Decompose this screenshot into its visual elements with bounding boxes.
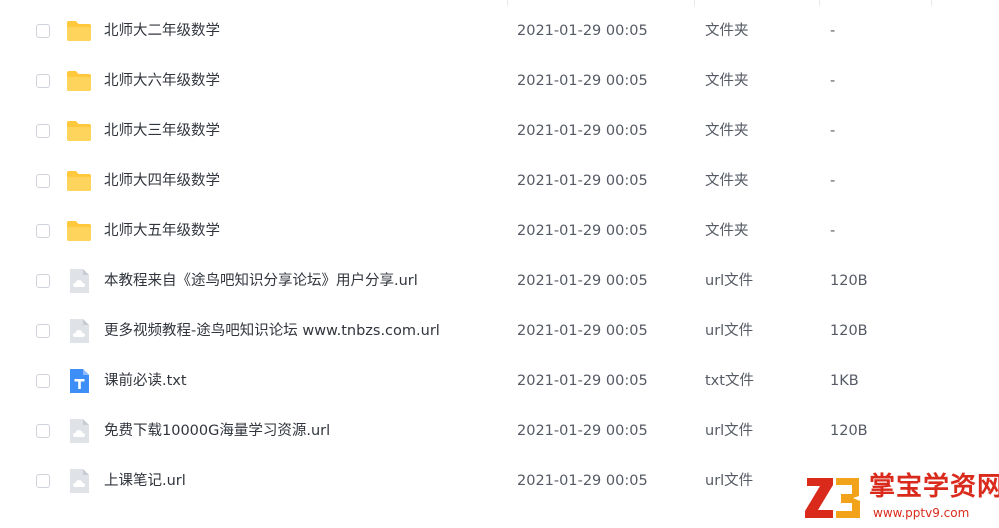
file-size: - [830,123,836,139]
file-row[interactable]: 课前必读.txt 2021-01-29 00:05 txt文件 1KB [18,356,999,406]
file-size: - [830,23,836,39]
file-name[interactable]: 本教程来自《途鸟吧知识分享论坛》用户分享.url [104,256,418,306]
url-file-icon [66,318,92,344]
file-modified-date: 2021-01-29 00:05 [517,73,648,89]
file-type: 文件夹 [705,73,749,89]
file-size: - [830,173,836,189]
row-checkbox[interactable] [36,474,50,488]
file-size: 120B [830,423,868,439]
file-row[interactable]: 北师大四年级数学 2021-01-29 00:05 文件夹 - [18,156,999,206]
folder-icon [66,68,92,94]
txt-file-icon [66,368,92,394]
folder-icon [66,218,92,244]
row-checkbox[interactable] [36,24,50,38]
file-list: 北师大二年级数学 2021-01-29 00:05 文件夹 - 北师大六年级数学 2021… [0,0,999,528]
row-checkbox[interactable] [36,374,50,388]
file-type: url文件 [705,273,754,289]
file-modified-date: 2021-01-29 00:05 [517,123,648,139]
file-modified-date: 2021-01-29 00:05 [517,23,648,39]
file-size: 1KB [830,373,859,389]
file-row[interactable]: 本教程来自《途鸟吧知识分享论坛》用户分享.url 2021-01-29 00:05… [18,256,999,306]
watermark-title: 掌宝学资网 [869,472,999,502]
file-type: 文件夹 [705,173,749,189]
url-file-icon [66,268,92,294]
folder-icon [66,18,92,44]
file-modified-date: 2021-01-29 00:05 [517,323,648,339]
row-checkbox[interactable] [36,124,50,138]
file-modified-date: 2021-01-29 00:05 [517,373,648,389]
file-size: 120B [830,323,868,339]
file-row[interactable]: 北师大二年级数学 2021-01-29 00:05 文件夹 - [18,6,999,56]
watermark-url: www.pptv9.com [873,506,970,520]
file-type: url文件 [705,473,754,489]
file-modified-date: 2021-01-29 00:05 [517,473,648,489]
row-checkbox[interactable] [36,424,50,438]
url-file-icon [66,468,92,494]
file-type: txt文件 [705,373,754,389]
file-size: - [830,223,836,239]
watermark: 掌宝学资网 www.pptv9.com [803,470,999,528]
file-modified-date: 2021-01-29 00:05 [517,173,648,189]
file-size: 120B [830,273,868,289]
file-modified-date: 2021-01-29 00:05 [517,423,648,439]
row-checkbox[interactable] [36,224,50,238]
file-row[interactable]: 北师大五年级数学 2021-01-29 00:05 文件夹 - [18,206,999,256]
file-type: 文件夹 [705,23,749,39]
file-name[interactable]: 免费下载10000G海量学习资源.url [104,406,330,456]
file-row[interactable]: 免费下载10000G海量学习资源.url 2021-01-29 00:05 url文… [18,406,999,456]
row-checkbox[interactable] [36,174,50,188]
file-name[interactable]: 北师大六年级数学 [104,56,220,106]
file-modified-date: 2021-01-29 00:05 [517,273,648,289]
file-name[interactable]: 北师大四年级数学 [104,156,220,206]
file-row[interactable]: 更多视频教程-途鸟吧知识论坛 www.tnbzs.com.url 2021-01-… [18,306,999,356]
file-type: 文件夹 [705,123,749,139]
file-name[interactable]: 北师大三年级数学 [104,106,220,156]
file-modified-date: 2021-01-29 00:05 [517,223,648,239]
file-name[interactable]: 上课笔记.url [104,456,186,506]
file-name[interactable]: 课前必读.txt [104,356,187,406]
file-row[interactable]: 北师大六年级数学 2021-01-29 00:05 文件夹 - [18,56,999,106]
file-name[interactable]: 北师大二年级数学 [104,6,220,56]
folder-icon [66,118,92,144]
file-type: 文件夹 [705,223,749,239]
file-type: url文件 [705,423,754,439]
file-type: url文件 [705,323,754,339]
row-checkbox[interactable] [36,274,50,288]
file-name[interactable]: 更多视频教程-途鸟吧知识论坛 www.tnbzs.com.url [104,306,440,356]
watermark-logo-icon [805,478,860,518]
file-row[interactable]: 北师大三年级数学 2021-01-29 00:05 文件夹 - [18,106,999,156]
folder-icon [66,168,92,194]
file-size: - [830,73,836,89]
file-name[interactable]: 北师大五年级数学 [104,206,220,256]
row-checkbox[interactable] [36,74,50,88]
row-checkbox[interactable] [36,324,50,338]
url-file-icon [66,418,92,444]
